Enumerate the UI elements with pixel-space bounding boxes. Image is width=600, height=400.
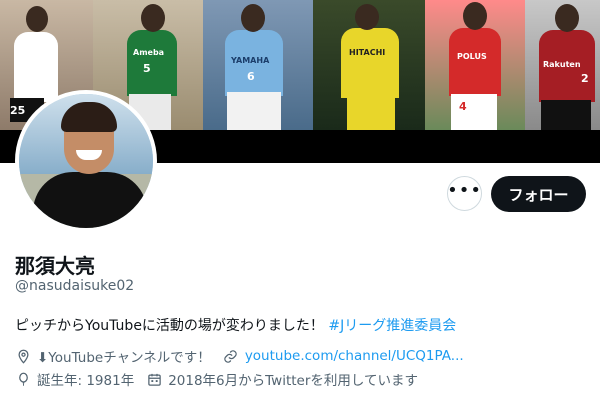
- location-text: ⬇YouTubeチャンネルです！: [37, 350, 211, 366]
- user-handle: @nasudaisuke02: [15, 278, 135, 294]
- profile-bio: ピッチからYouTubeに活動の場が変わりました！ #Jリーグ推進委員会: [15, 315, 456, 335]
- follow-button[interactable]: フォロー: [491, 176, 586, 212]
- banner-logo-3: YAMAHA: [231, 56, 270, 65]
- display-name: 那須大亮: [15, 254, 95, 278]
- birth-text: 誕生年: 1981年: [37, 373, 135, 389]
- balloon-icon: [15, 371, 31, 387]
- bio-hashtag-link[interactable]: #Jリーグ推進委員会: [328, 318, 456, 334]
- link-icon: [223, 348, 239, 364]
- profile-website[interactable]: youtube.com/channel/UCQ1PA...: [223, 348, 464, 364]
- more-options-icon: •••: [447, 179, 482, 201]
- profile-meta-row-2: 誕生年: 1981年 2018年6月からTwitterを利用しています: [15, 369, 430, 389]
- banner-logo-4: HITACHI: [349, 48, 386, 57]
- banner-logo-5: POLUS: [457, 52, 487, 61]
- profile-meta-row-1: ⬇YouTubeチャンネルです！ youtube.com/channel/UCQ…: [15, 346, 476, 366]
- banner-photo-3: YAMAHA 6: [203, 0, 313, 130]
- banner-number-2: 5: [143, 62, 151, 75]
- joined-text: 2018年6月からTwitterを利用しています: [168, 373, 418, 389]
- banner-photo-4: HITACHI: [313, 0, 425, 130]
- banner-photo-6: Rakuten 2: [525, 0, 600, 130]
- website-link[interactable]: youtube.com/channel/UCQ1PA...: [245, 348, 464, 364]
- profile-joined: 2018年6月からTwitterを利用しています: [146, 369, 418, 389]
- banner-number-5: 4: [459, 100, 467, 113]
- calendar-icon: [146, 371, 162, 387]
- banner-photo-5: POLUS 4: [425, 0, 525, 130]
- banner-logo-6: Rakuten: [543, 60, 581, 69]
- banner-number-6: 2: [581, 72, 589, 85]
- location-pin-icon: [15, 348, 31, 364]
- more-options-button[interactable]: •••: [447, 176, 482, 211]
- profile-birth: 誕生年: 1981年: [15, 369, 134, 389]
- bio-text: ピッチからYouTubeに活動の場が変わりました！: [15, 318, 324, 334]
- profile-avatar[interactable]: [15, 90, 157, 232]
- banner-logo-2: Ameba: [133, 48, 165, 57]
- profile-location: ⬇YouTubeチャンネルです！: [15, 346, 211, 366]
- banner-number-3: 6: [247, 70, 255, 83]
